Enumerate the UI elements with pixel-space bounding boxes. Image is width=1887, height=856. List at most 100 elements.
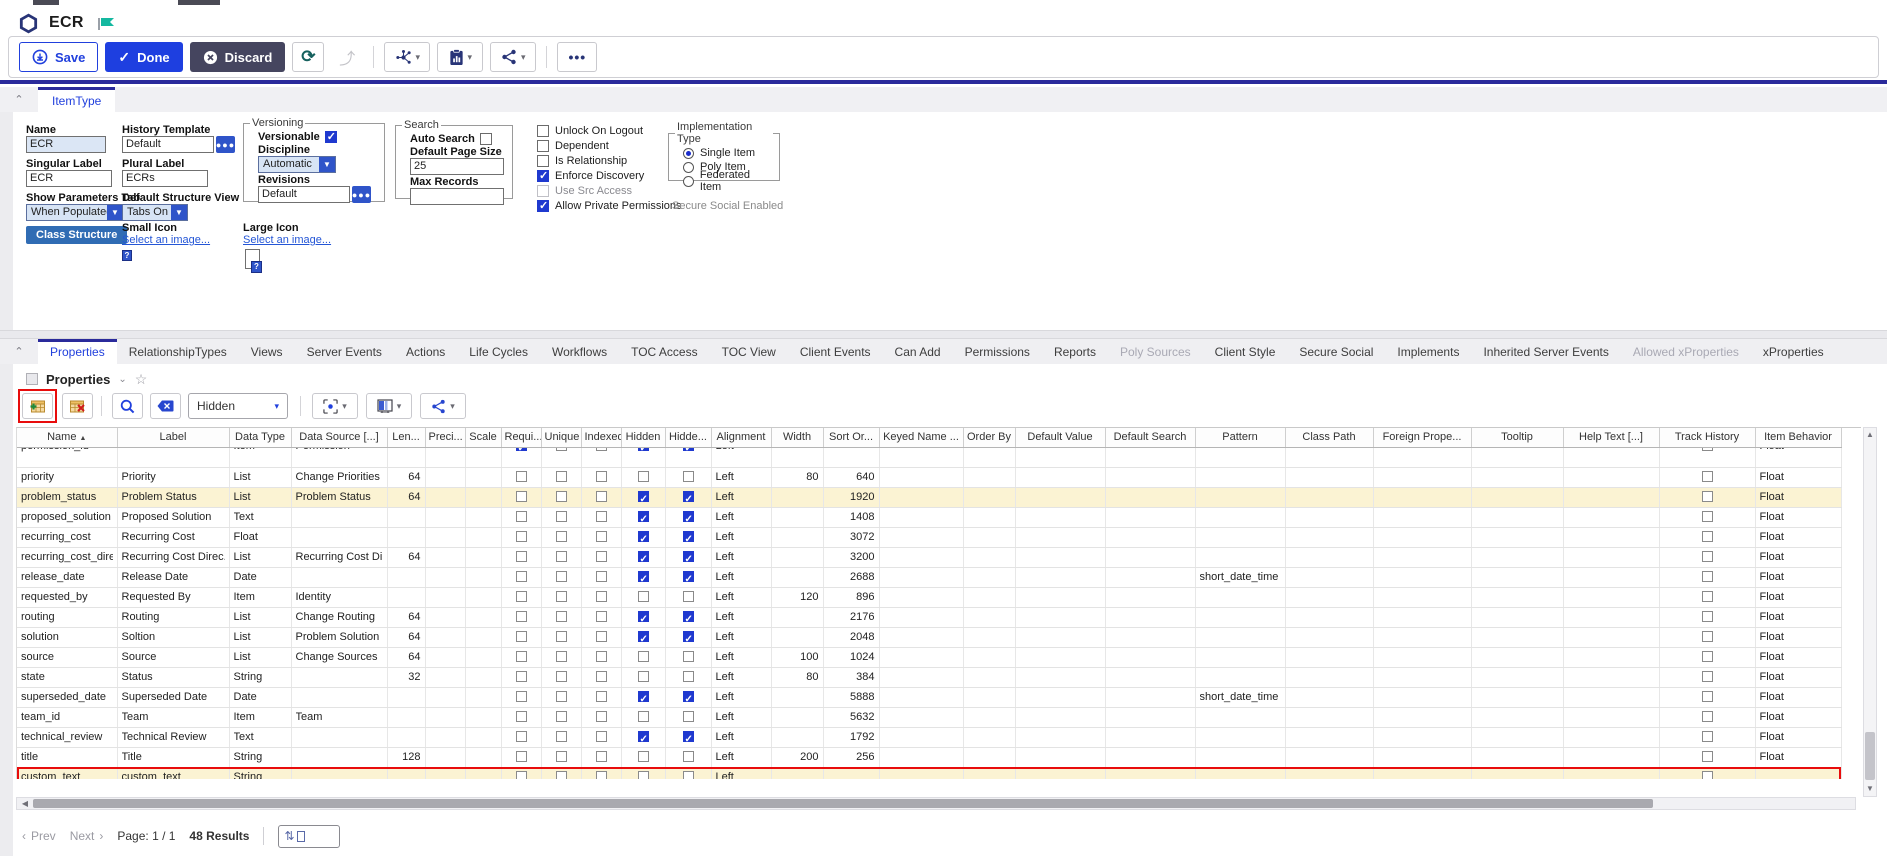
done-button[interactable]: ✓ Done	[105, 42, 182, 72]
hidden-checkbox[interactable]	[638, 631, 649, 642]
track-checkbox[interactable]	[1702, 471, 1713, 482]
track-checkbox[interactable]	[1702, 447, 1713, 451]
indexed-checkbox[interactable]	[596, 711, 607, 722]
tab-client-events[interactable]: Client Events	[788, 339, 883, 364]
versionable-checkbox[interactable]	[325, 131, 337, 143]
tab-views[interactable]: Views	[239, 339, 295, 364]
hidden-checkbox[interactable]	[638, 611, 649, 622]
collapse-panel-icon[interactable]: ⌃	[0, 339, 38, 364]
requi-checkbox[interactable]	[516, 751, 527, 762]
save-button[interactable]: Save	[19, 42, 98, 72]
column-header-foreign-prope-[interactable]: Foreign Prope...	[1373, 428, 1471, 447]
tab-permissions[interactable]: Permissions	[953, 339, 1042, 364]
column-header-keyed-name-[interactable]: Keyed Name ...	[879, 428, 963, 447]
table-row-state[interactable]: stateStatusString32Left80384Float	[17, 667, 1841, 687]
large-icon-select-link[interactable]: Select an image...	[243, 234, 331, 246]
table-row-custom_text[interactable]: custom_textcustom_textStringLeft	[17, 767, 1841, 779]
requi-checkbox[interactable]	[516, 731, 527, 742]
unique-checkbox[interactable]	[556, 731, 567, 742]
track-checkbox[interactable]	[1702, 531, 1713, 542]
hidden2-checkbox[interactable]	[683, 671, 694, 682]
column-header-hidden[interactable]: Hidden	[621, 428, 665, 447]
max-records-field[interactable]	[410, 188, 504, 205]
track-checkbox[interactable]	[1702, 551, 1713, 562]
option-checkbox-0[interactable]	[537, 125, 549, 137]
option-checkbox-1[interactable]	[537, 140, 549, 152]
more-actions-button[interactable]: •••	[557, 42, 597, 72]
vertical-scrollbar[interactable]: ▲ ▼	[1863, 427, 1877, 797]
tab-reports[interactable]: Reports	[1042, 339, 1108, 364]
default-page-size-field[interactable]: 25	[410, 158, 504, 175]
impact-analysis-dropdown-button[interactable]: ▾	[384, 42, 430, 72]
tab-toc-view[interactable]: TOC View	[710, 339, 788, 364]
unique-checkbox[interactable]	[556, 591, 567, 602]
tab-itemtype[interactable]: ItemType	[38, 87, 115, 112]
column-header-data-source-[interactable]: Data Source [...]	[291, 428, 387, 447]
requi-checkbox[interactable]	[516, 771, 527, 779]
indexed-checkbox[interactable]	[596, 691, 607, 702]
requi-checkbox[interactable]	[516, 551, 527, 562]
tab-secure-social[interactable]: Secure Social	[1287, 339, 1385, 364]
hidden-checkbox[interactable]	[638, 751, 649, 762]
column-header-width[interactable]: Width	[771, 428, 823, 447]
requi-checkbox[interactable]	[516, 491, 527, 502]
small-icon-select-link[interactable]: Select an image...	[122, 234, 210, 246]
hidden2-checkbox[interactable]	[683, 571, 694, 582]
scroll-up-icon[interactable]: ▲	[1864, 428, 1876, 442]
revisions-browse-button[interactable]: ●●●	[352, 186, 371, 203]
hidden-checkbox[interactable]	[638, 447, 649, 451]
share-grid-dropdown-button[interactable]: ▾	[420, 393, 466, 419]
column-header-unique[interactable]: Unique	[541, 428, 581, 447]
unique-checkbox[interactable]	[556, 771, 567, 779]
scroll-left-icon[interactable]: ◀	[19, 798, 31, 809]
indexed-checkbox[interactable]	[596, 591, 607, 602]
chevron-down-icon[interactable]: ⌄	[118, 374, 126, 385]
tab-xproperties[interactable]: xProperties	[1751, 339, 1836, 364]
hidden-checkbox[interactable]	[638, 491, 649, 502]
hidden2-checkbox[interactable]	[683, 651, 694, 662]
requi-checkbox[interactable]	[516, 471, 527, 482]
hidden-checkbox[interactable]	[638, 731, 649, 742]
hidden2-checkbox[interactable]	[683, 691, 694, 702]
track-checkbox[interactable]	[1702, 771, 1713, 779]
indexed-checkbox[interactable]	[596, 511, 607, 522]
unique-checkbox[interactable]	[556, 751, 567, 762]
unique-checkbox[interactable]	[556, 531, 567, 542]
indexed-checkbox[interactable]	[596, 631, 607, 642]
clear-search-button[interactable]	[150, 393, 181, 419]
indexed-checkbox[interactable]	[596, 551, 607, 562]
column-header-item-behavior[interactable]: Item Behavior	[1755, 428, 1841, 447]
hidden-checkbox[interactable]	[638, 551, 649, 562]
hidden2-checkbox[interactable]	[683, 771, 694, 779]
hidden-checkbox[interactable]	[638, 471, 649, 482]
indexed-checkbox[interactable]	[596, 751, 607, 762]
unique-checkbox[interactable]	[556, 711, 567, 722]
track-checkbox[interactable]	[1702, 611, 1713, 622]
revisions-field[interactable]: Default	[258, 186, 350, 203]
vertical-scroll-thumb[interactable]	[1865, 732, 1875, 780]
track-checkbox[interactable]	[1702, 711, 1713, 722]
requi-checkbox[interactable]	[516, 671, 527, 682]
hidden-checkbox[interactable]	[638, 671, 649, 682]
indexed-checkbox[interactable]	[596, 491, 607, 502]
radio-0[interactable]	[683, 148, 694, 159]
collapse-panel-icon[interactable]: ⌃	[0, 87, 38, 112]
unique-checkbox[interactable]	[556, 671, 567, 682]
option-checkbox-3[interactable]	[537, 170, 549, 182]
indexed-checkbox[interactable]	[596, 671, 607, 682]
indexed-checkbox[interactable]	[596, 531, 607, 542]
unique-checkbox[interactable]	[556, 447, 567, 451]
horizontal-scrollbar[interactable]: ◀	[16, 797, 1856, 810]
table-row-priority[interactable]: priorityPriorityListChange Priorities64L…	[17, 467, 1841, 487]
hidden2-checkbox[interactable]	[683, 531, 694, 542]
search-grid-button[interactable]	[112, 393, 143, 419]
indexed-checkbox[interactable]	[596, 571, 607, 582]
requi-checkbox[interactable]	[516, 611, 527, 622]
hidden-checkbox[interactable]	[638, 571, 649, 582]
table-row-superseded_date[interactable]: superseded_dateSuperseded DateDateLeft58…	[17, 687, 1841, 707]
radio-1[interactable]	[683, 162, 694, 173]
column-header-track-history[interactable]: Track History	[1659, 428, 1755, 447]
hidden-checkbox[interactable]	[638, 711, 649, 722]
track-checkbox[interactable]	[1702, 571, 1713, 582]
requi-checkbox[interactable]	[516, 651, 527, 662]
